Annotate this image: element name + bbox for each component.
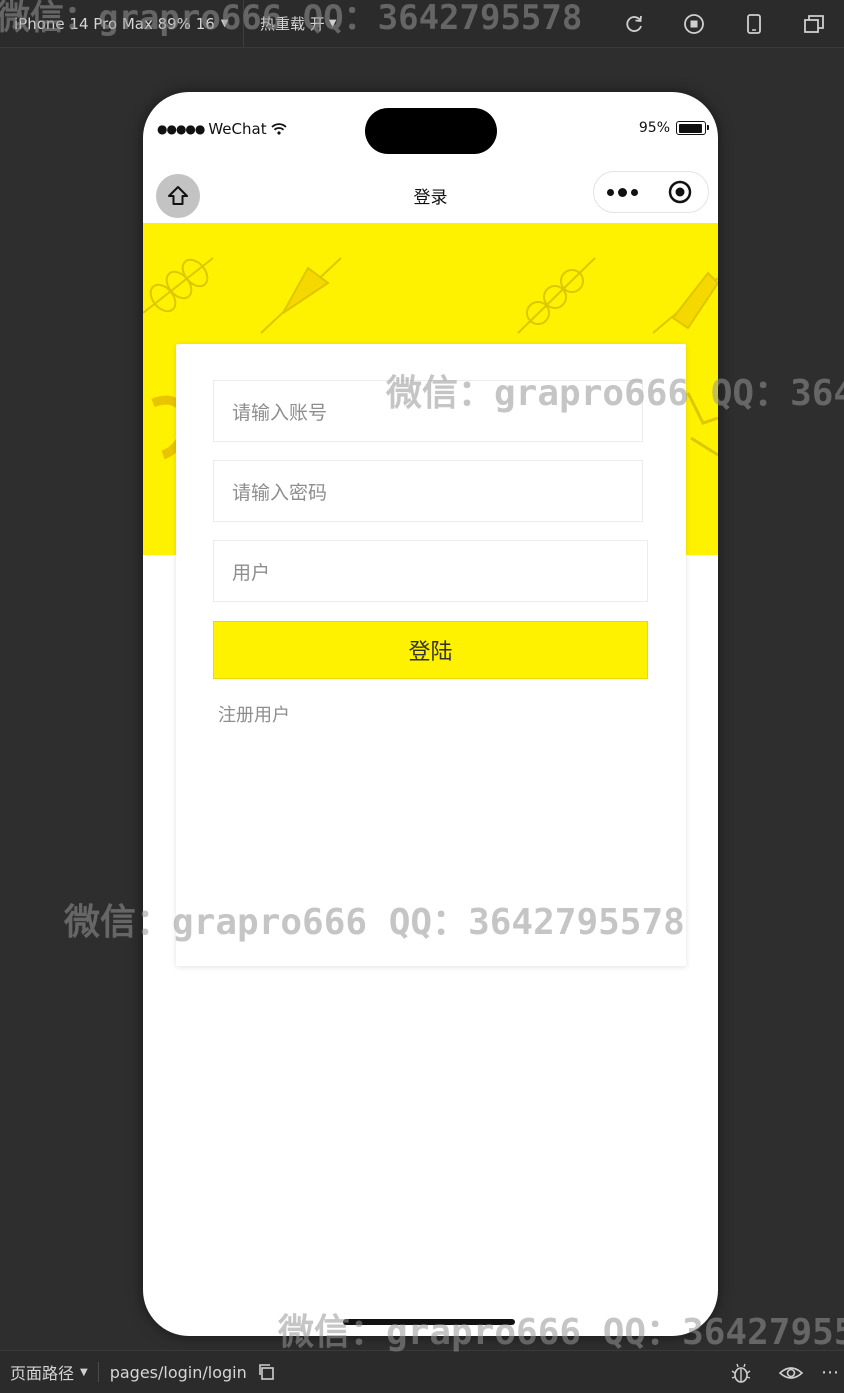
- eye-icon[interactable]: [766, 1363, 816, 1383]
- stop-icon[interactable]: [664, 13, 724, 35]
- battery-percent: 95%: [638, 120, 670, 136]
- status-bar-left: ●●●●● WeChat: [157, 120, 287, 138]
- bug-icon[interactable]: [716, 1361, 766, 1385]
- register-link[interactable]: 注册用户: [218, 701, 290, 727]
- role-select[interactable]: 用户: [213, 540, 648, 602]
- battery-icon: [676, 121, 709, 135]
- page-path-value: pages/login/login: [109, 1362, 247, 1382]
- login-card: 请输入账号 请输入密码 用户 登陆 注册用户: [176, 344, 686, 966]
- chevron-down-icon: ▼: [220, 18, 229, 29]
- login-button-label: 登陆: [408, 640, 453, 665]
- target-close-icon: [668, 180, 691, 204]
- role-value: 用户: [232, 561, 271, 584]
- phone-simulator: ●●●●● WeChat 95% 登录 请输入账号 请输入密码 用户 登陆 注册…: [143, 92, 718, 1336]
- wifi-icon: [270, 123, 287, 135]
- account-input[interactable]: 请输入账号: [213, 380, 643, 442]
- navigation-bar: 登录: [143, 166, 718, 222]
- signal-dots: ●●●●●: [157, 122, 205, 136]
- home-indicator: [343, 1319, 515, 1325]
- device-label: iPhone 14 Pro Max 89% 16: [14, 14, 215, 33]
- window-icon[interactable]: [784, 13, 844, 35]
- menu-capsule: [593, 171, 709, 213]
- hot-reload-toggle[interactable]: 热重载 开 ▼: [244, 13, 336, 34]
- password-input[interactable]: 请输入密码: [213, 460, 643, 522]
- chevron-down-icon: ▼: [80, 1366, 88, 1378]
- copy-icon[interactable]: [257, 1363, 275, 1381]
- login-button[interactable]: 登陆: [213, 621, 648, 679]
- devtools-toolbar: iPhone 14 Pro Max 89% 16 ▼ 热重载 开 ▼: [0, 0, 844, 48]
- more-button[interactable]: [594, 187, 651, 197]
- dynamic-island: [365, 108, 497, 154]
- close-button[interactable]: [651, 179, 708, 205]
- page-path-label: 页面路径: [10, 1364, 75, 1383]
- password-placeholder: 请输入密码: [232, 481, 328, 504]
- phone-preview-icon[interactable]: [724, 13, 784, 35]
- account-placeholder: 请输入账号: [232, 401, 328, 424]
- more-options-icon[interactable]: ⋯: [816, 1362, 844, 1383]
- status-bar-right: 95%: [638, 120, 709, 136]
- device-selector[interactable]: iPhone 14 Pro Max 89% 16 ▼: [0, 0, 244, 47]
- carrier-label: WeChat: [208, 120, 267, 138]
- page-path-selector[interactable]: 页面路径 ▼: [0, 1362, 99, 1383]
- battery-level: [678, 123, 703, 133]
- devtools-bottom-bar: 页面路径 ▼ pages/login/login ⋯: [0, 1350, 844, 1393]
- chevron-down-icon: ▼: [328, 18, 337, 29]
- refresh-icon[interactable]: [604, 13, 664, 35]
- hot-reload-label: 热重载 开: [260, 15, 325, 33]
